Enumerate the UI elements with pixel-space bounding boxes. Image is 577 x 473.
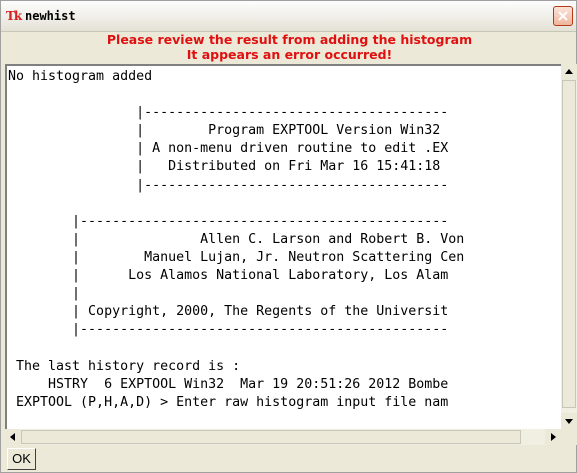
output-text: No histogram added |--------------------…	[8, 68, 464, 412]
newhist-dialog: Tk newhist Please review the result from…	[0, 0, 577, 473]
window-title: newhist	[25, 9, 76, 23]
output-line: | A non-menu driven routine to edit .EX	[8, 141, 449, 157]
output-line: | Program EXPTOOL Version Win32	[8, 123, 441, 139]
ok-button[interactable]: OK	[7, 448, 36, 470]
error-message-line-2: It appears an error occurred!	[186, 47, 393, 62]
output-line: | Distributed on Fri Mar 16 15:41:18	[8, 159, 441, 175]
close-icon	[558, 11, 568, 21]
title-bar[interactable]: Tk newhist	[1, 1, 576, 32]
output-line: | Manuel Lujan, Jr. Neutron Scattering C…	[8, 249, 465, 265]
arrow-up-icon	[565, 69, 573, 74]
tk-app-icon: Tk	[6, 9, 22, 23]
output-text-area[interactable]: No histogram added |--------------------…	[5, 64, 561, 429]
horizontal-scroll-thumb[interactable]	[21, 430, 521, 444]
output-line: | Los Alamos National Laboratory, Los Al…	[8, 268, 449, 284]
output-line: The last history record is :	[8, 358, 241, 374]
scroll-down-button[interactable]	[561, 413, 577, 429]
error-message: Please review the result from adding the…	[1, 32, 577, 62]
arrow-down-icon	[565, 419, 573, 424]
output-line: HSTRY 6 EXPTOOL Win32 Mar 19 20:51:26 20…	[8, 376, 449, 392]
arrow-right-icon	[551, 433, 556, 441]
output-line: |--------------------------------------	[8, 177, 449, 193]
scrollbar-corner	[561, 429, 577, 445]
output-line: |---------------------------------------…	[8, 322, 449, 338]
output-line: |--------------------------------------	[8, 105, 449, 121]
output-line: |---------------------------------------…	[8, 213, 449, 229]
vertical-scrollbar[interactable]	[561, 64, 577, 429]
arrow-left-icon	[10, 433, 15, 441]
close-button[interactable]	[553, 6, 573, 26]
output-line: No histogram added	[8, 69, 153, 84]
vertical-scroll-thumb[interactable]	[562, 80, 576, 408]
output-line: | Allen C. Larson and Robert B. Von	[8, 231, 465, 247]
output-line: |	[8, 286, 81, 302]
horizontal-scrollbar[interactable]	[5, 429, 561, 445]
error-message-line-1: Please review the result from adding the…	[106, 32, 473, 47]
output-line: | Copyright, 2000, The Regents of the Un…	[8, 304, 449, 320]
scroll-right-button[interactable]	[545, 429, 561, 445]
output-line: EXPTOOL (P,H,A,D) > Enter raw histogram …	[8, 394, 449, 410]
scroll-up-button[interactable]	[561, 64, 577, 80]
scroll-left-button[interactable]	[5, 429, 21, 445]
